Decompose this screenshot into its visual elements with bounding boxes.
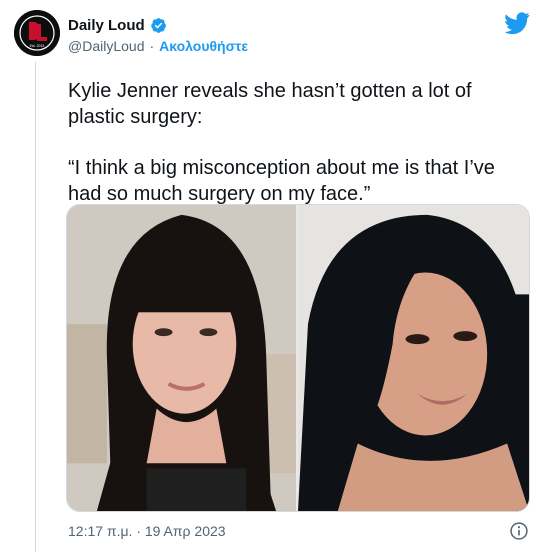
tweet-text: Kylie Jenner reveals she hasn’t gotten a… — [68, 78, 533, 207]
tweet-text-line-2: “I think a big misconception about me is… — [68, 157, 495, 205]
separator-dot: · — [149, 38, 155, 54]
tweet-text-line-1: Kylie Jenner reveals she hasn’t gotten a… — [68, 80, 472, 128]
display-name[interactable]: Daily Loud — [68, 17, 145, 34]
thread-line — [35, 62, 36, 552]
handle[interactable]: @DailyLoud — [68, 38, 144, 54]
follow-link[interactable]: Ακολουθήστε — [159, 38, 248, 54]
daily-loud-logo: Est. 2013 — [14, 10, 60, 56]
twitter-bird-icon[interactable] — [504, 12, 530, 34]
avatar[interactable]: Est. 2013 — [14, 10, 60, 56]
photo-right[interactable] — [298, 205, 529, 511]
info-icon[interactable] — [509, 521, 529, 541]
svg-text:Est. 2013: Est. 2013 — [30, 44, 45, 48]
photo-left[interactable] — [67, 205, 296, 511]
tweet-card: Est. 2013 Daily Loud @DailyLoud · Ακολου… — [0, 0, 548, 552]
tweet-media[interactable] — [66, 204, 530, 512]
photo-left-image — [67, 205, 296, 511]
timestamp[interactable]: 12:17 π.μ. · 19 Απρ 2023 — [68, 522, 226, 540]
verified-badge-icon — [150, 17, 166, 33]
photo-right-image — [298, 205, 529, 511]
